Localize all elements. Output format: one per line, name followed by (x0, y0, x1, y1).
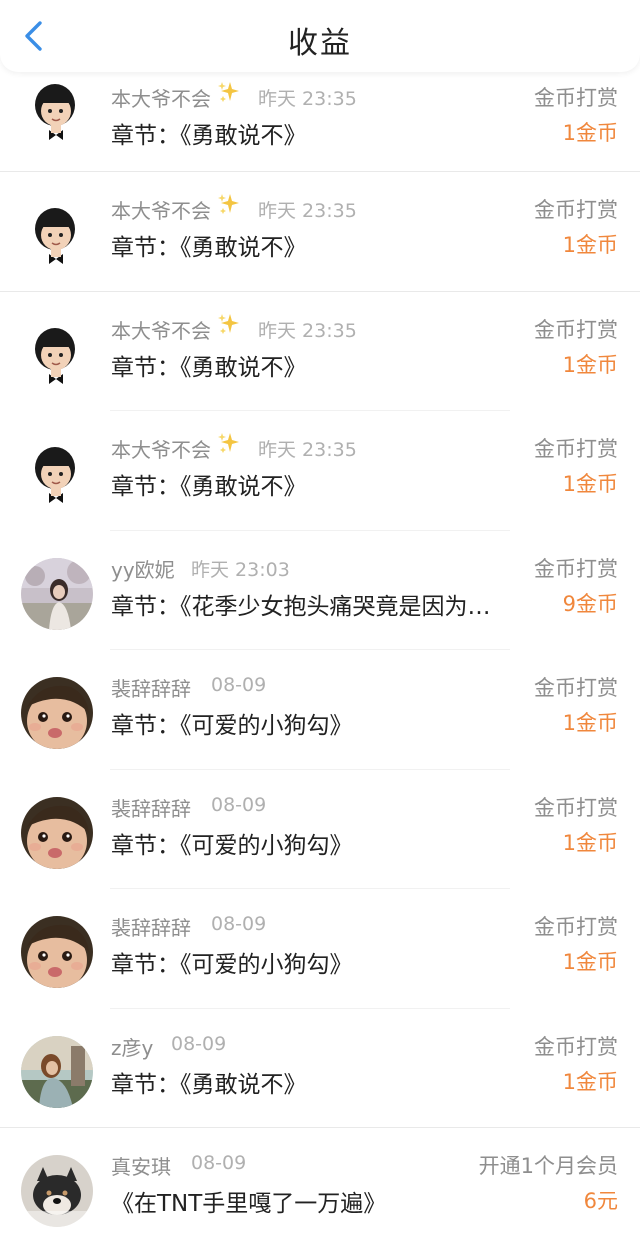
avatar[interactable] (21, 318, 93, 391)
record-row[interactable]: 本大爷不会 昨天 23:35 章节：《勇敢说不》 金币打赏 1金币 (0, 411, 640, 531)
record-content: 章节：《可爱的小狗勾》 (111, 952, 353, 978)
timestamp: 08-09 (211, 674, 267, 696)
timestamp: 昨天 23:35 (258, 200, 357, 222)
record-row[interactable]: 本大爷不会 昨天 23:35 章节：《勇敢说不》 金币打赏 1金币 (0, 172, 640, 292)
record-type: 金币打赏 (534, 317, 618, 342)
avatar[interactable] (21, 796, 93, 869)
user-name[interactable]: 本大爷不会 (111, 195, 211, 224)
timestamp: 08-09 (211, 793, 267, 816)
user-name[interactable]: yy欧妮 (111, 554, 175, 583)
timestamp: 08-09 (211, 913, 267, 935)
avatar[interactable] (21, 1155, 93, 1227)
user-name[interactable]: 裴辞辞辞 (111, 673, 191, 702)
timestamp: 08-09 (171, 1032, 227, 1055)
record-amount: 1金币 (562, 711, 618, 735)
record-row[interactable]: 裴辞辞辞 08-09 章节：《可爱的小狗勾》 金币打赏 1金币 (0, 770, 640, 889)
user-name[interactable]: z彦y (111, 1032, 153, 1061)
avatar[interactable] (21, 199, 93, 271)
record-content: 章节：《可爱的小狗勾》 (111, 713, 353, 739)
record-type: 开通1个月会员 (478, 1154, 618, 1178)
sparkle-icon (218, 432, 240, 454)
user-name[interactable]: 本大爷不会 (111, 83, 211, 112)
record-type: 金币打赏 (534, 795, 618, 820)
timestamp: 昨天 23:35 (258, 439, 357, 461)
record-type: 金币打赏 (534, 915, 618, 939)
page-title: 收益 (288, 26, 352, 61)
record-content: 《在TNT手里嘎了一万遍》 (111, 1191, 387, 1217)
record-amount: 1金币 (562, 1069, 618, 1094)
avatar[interactable] (21, 75, 93, 147)
avatar[interactable] (21, 677, 93, 749)
user-name[interactable]: 本大爷不会 (111, 434, 211, 463)
timestamp: 08-09 (191, 1152, 247, 1174)
record-row[interactable]: 裴辞辞辞 08-09 章节：《可爱的小狗勾》 金币打赏 1金币 (0, 650, 640, 770)
record-row[interactable]: z彦y 08-09 章节：《勇敢说不》 金币打赏 1金币 (0, 1009, 640, 1128)
record-content: 章节：《勇敢说不》 (111, 1071, 307, 1098)
avatar[interactable] (21, 438, 93, 510)
record-type: 金币打赏 (534, 437, 618, 461)
sparkle-icon (218, 313, 240, 335)
record-row[interactable]: 裴辞辞辞 08-09 章节：《可爱的小狗勾》 金币打赏 1金币 (0, 889, 640, 1009)
top-bar: 收益 (0, 0, 640, 72)
record-row[interactable]: 本大爷不会 昨天 23:35 章节：《勇敢说不》 金币打赏 1金币 (0, 60, 640, 172)
record-amount: 9金币 (562, 591, 618, 616)
timestamp: 昨天 23:35 (258, 319, 357, 342)
record-amount: 1金币 (562, 472, 618, 496)
record-amount: 1金币 (562, 233, 618, 257)
record-amount: 1金币 (562, 121, 618, 145)
timestamp: 昨天 23:35 (258, 88, 357, 110)
earnings-page: 收益 本大爷不会 昨天 23:35 章节：《勇敢说不》 金币打赏 1金币 本大爷不会 … (0, 0, 640, 1239)
record-type: 金币打赏 (534, 676, 618, 700)
record-row[interactable]: yy欧妮 昨天 23:03 章节：《花季少女抱头痛哭竟是因为… 金币打赏 9金币 (0, 531, 640, 650)
earnings-list: 本大爷不会 昨天 23:35 章节：《勇敢说不》 金币打赏 1金币 本大爷不会 昨天 … (0, 60, 640, 1239)
user-name[interactable]: 裴辞辞辞 (111, 793, 191, 822)
record-content: 章节：《勇敢说不》 (111, 474, 307, 500)
record-content: 章节：《勇敢说不》 (111, 123, 307, 149)
avatar[interactable] (21, 557, 93, 630)
avatar[interactable] (21, 1035, 93, 1108)
record-row[interactable]: 本大爷不会 昨天 23:35 章节：《勇敢说不》 金币打赏 1金币 (0, 292, 640, 411)
sparkle-icon (218, 81, 240, 103)
user-name[interactable]: 裴辞辞辞 (111, 912, 191, 941)
sparkle-icon (218, 193, 240, 215)
user-name[interactable]: 本大爷不会 (111, 315, 211, 344)
record-row[interactable]: 真安琪 08-09 《在TNT手里嘎了一万遍》 开通1个月会员 6元 (0, 1128, 640, 1239)
record-amount: 1金币 (562, 830, 618, 855)
record-content: 章节：《可爱的小狗勾》 (111, 832, 353, 859)
record-amount: 1金币 (562, 352, 618, 377)
timestamp: 昨天 23:03 (191, 558, 290, 581)
record-type: 金币打赏 (534, 86, 618, 110)
record-type: 金币打赏 (534, 556, 618, 581)
record-type: 金币打赏 (534, 1034, 618, 1059)
record-content: 章节：《勇敢说不》 (111, 235, 307, 261)
user-name[interactable]: 真安琪 (111, 1151, 171, 1180)
avatar[interactable] (21, 916, 93, 988)
record-type: 金币打赏 (534, 198, 618, 222)
record-content: 章节：《花季少女抱头痛哭竟是因为… (111, 593, 491, 620)
record-amount: 6元 (583, 1189, 618, 1213)
record-content: 章节：《勇敢说不》 (111, 354, 307, 381)
record-amount: 1金币 (562, 950, 618, 974)
